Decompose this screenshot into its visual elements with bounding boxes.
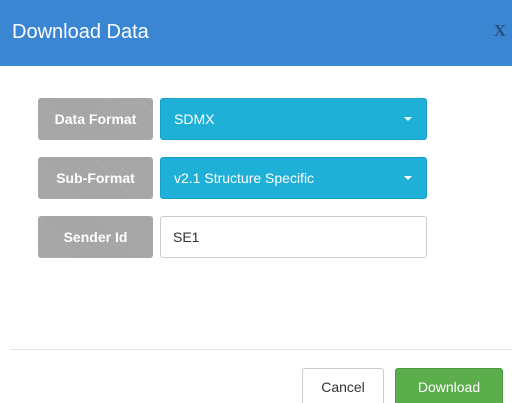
- footer-divider: [10, 349, 512, 350]
- caret-down-icon: [404, 117, 412, 121]
- close-button[interactable]: X: [494, 22, 506, 40]
- cancel-button[interactable]: Cancel: [302, 368, 384, 403]
- sub-format-dropdown[interactable]: v2.1 Structure Specific: [160, 157, 427, 199]
- sub-format-value: v2.1 Structure Specific: [174, 170, 315, 186]
- caret-down-icon: [404, 176, 412, 180]
- data-format-label: Data Format: [38, 98, 153, 140]
- sender-id-label: Sender Id: [38, 216, 153, 258]
- data-format-value: SDMX: [174, 111, 215, 127]
- download-button[interactable]: Download: [395, 368, 503, 403]
- dialog-title: Download Data: [12, 21, 149, 43]
- dialog-header: Download Data X: [0, 0, 512, 66]
- sender-id-input[interactable]: [160, 216, 427, 258]
- data-format-dropdown[interactable]: SDMX: [160, 98, 427, 140]
- download-data-dialog: Download Data X Data Format SDMX Sub-For…: [0, 0, 512, 403]
- sub-format-label: Sub-Format: [38, 157, 153, 199]
